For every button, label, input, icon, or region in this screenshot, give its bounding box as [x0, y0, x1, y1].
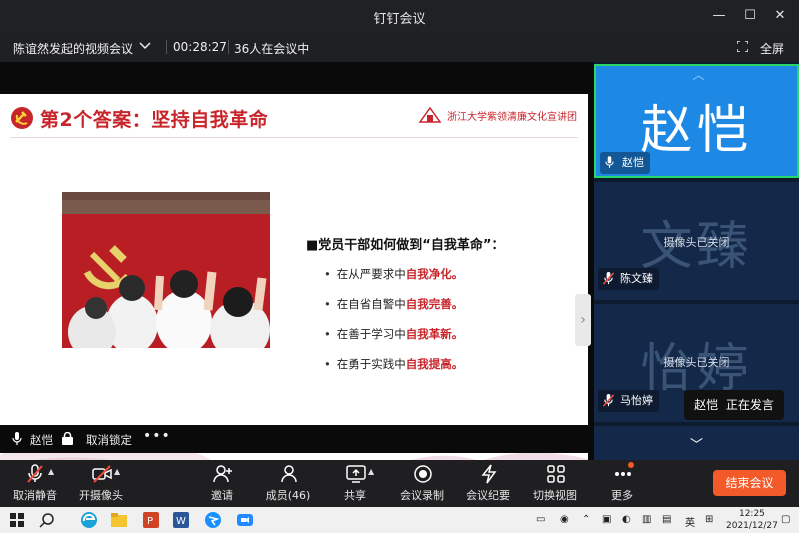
org-logo: [418, 106, 442, 123]
caret-icon[interactable]: ▲: [368, 467, 374, 476]
minimize-button[interactable]: —: [709, 6, 729, 26]
minutes-button[interactable]: 会议纪要: [453, 460, 523, 507]
meeting-title[interactable]: 陈谊然发起的视频会议: [13, 40, 133, 57]
input-method[interactable]: 英: [685, 514, 695, 529]
list-item: • 在勇于实践中自我提高。: [324, 357, 464, 371]
divider: [166, 40, 167, 54]
participant-tile[interactable]: ︿ 赵恺 赵恺: [594, 64, 799, 178]
close-button[interactable]: ✕: [770, 6, 790, 26]
windows-start-icon[interactable]: [8, 511, 26, 529]
next-page-button[interactable]: ›: [575, 294, 591, 346]
camera-off-icon: [92, 465, 112, 483]
participants-status: 36人在会议中: [234, 42, 310, 56]
unmute-button[interactable]: ▲ 取消静音: [0, 460, 70, 507]
minutes-icon: [481, 464, 497, 484]
powerpoint-icon[interactable]: P: [142, 511, 160, 529]
end-meeting-button[interactable]: 结束会议: [713, 470, 786, 496]
maximize-button[interactable]: ☐: [740, 6, 760, 26]
more-options-icon[interactable]: •••: [143, 428, 171, 444]
record-button[interactable]: 会议录制: [387, 460, 457, 507]
list-item: • 在善于学习中自我革新。: [324, 327, 464, 341]
tray-icon[interactable]: ◐: [622, 514, 631, 525]
microphone-muted-icon: [27, 464, 43, 483]
switch-view-button[interactable]: 切换视图: [520, 460, 590, 507]
members-button[interactable]: 成员(46): [253, 460, 323, 507]
participant-tile[interactable]: 文臻 摄像头已关闭 陈文臻: [594, 182, 799, 300]
meeting-info-bar: 陈谊然发起的视频会议 00:28:27 36人在会议中 全屏: [0, 32, 799, 62]
notification-dot: [628, 462, 634, 468]
camera-off-status: 摄像头已关闭: [663, 236, 730, 249]
grid-view-icon: [547, 465, 565, 483]
tray-icon[interactable]: ◉: [560, 514, 569, 525]
camera-off-status: 摄像头已关闭: [663, 356, 730, 369]
participant-name: 陈文臻: [620, 272, 653, 285]
slide-photo: [62, 192, 270, 348]
tray-icon[interactable]: ▭: [536, 514, 545, 525]
slide-org-name: 浙江大学紫领清廉文化宣讲团: [447, 112, 577, 123]
record-icon: [414, 465, 432, 483]
participant-label: 陈文臻: [598, 268, 659, 290]
title-bar: 钉钉会议 — ☐ ✕: [0, 0, 799, 32]
add-user-icon: [213, 465, 232, 483]
share-screen-icon: [346, 465, 366, 483]
fullscreen-icon[interactable]: [736, 40, 749, 53]
active-speaker-name: 赵恺: [30, 433, 53, 447]
share-button[interactable]: ▲ 共享: [320, 460, 390, 507]
dingtalk-icon[interactable]: [204, 511, 222, 529]
party-emblem-icon: [11, 107, 33, 129]
clock-date: 2021/12/27: [726, 521, 778, 531]
caret-icon[interactable]: ▲: [48, 467, 54, 476]
chevron-up-icon[interactable]: ⌃: [582, 514, 590, 525]
slide-header-divider: [10, 137, 578, 138]
chevron-down-icon[interactable]: ﹀: [594, 434, 799, 456]
chevron-up-icon[interactable]: ︿: [596, 66, 797, 82]
tray-icon[interactable]: ▣: [602, 514, 611, 525]
participant-name: 赵恺: [622, 156, 644, 169]
os-taskbar: P W ▭ ◉ ⌃ ▣ ◐ ▥ ▤ 英 ⊞ 12:25 2021/12/27 ▢: [0, 507, 799, 533]
slide-title: 第2个答案：坚持自我革命: [40, 109, 269, 131]
participant-name: 马怡婷: [620, 394, 653, 407]
dingtalk-meeting-icon[interactable]: [236, 511, 254, 529]
svg-text:W: W: [176, 516, 186, 527]
camera-button[interactable]: ▲ 开摄像头: [66, 460, 136, 507]
svg-text:P: P: [147, 516, 153, 527]
network-icon[interactable]: ▤: [662, 514, 671, 525]
participant-label: 马怡婷: [598, 390, 659, 412]
meeting-toolbar: ▲ 取消静音 ▲ 开摄像头 邀请 成员(46) ▲ 共享 会议录制 会议纪要 切…: [0, 460, 799, 507]
ime-mode-icon[interactable]: ⊞: [705, 514, 713, 525]
file-explorer-icon[interactable]: [110, 511, 128, 529]
edge-browser-icon[interactable]: [80, 511, 98, 529]
chevron-down-icon[interactable]: [139, 38, 151, 55]
tray-icon[interactable]: ▥: [642, 514, 651, 525]
window-title: 钉钉会议: [373, 12, 426, 27]
notification-icon[interactable]: ▢: [781, 514, 790, 525]
search-icon[interactable]: [38, 511, 56, 529]
members-icon: [281, 465, 297, 483]
slide-bullet-list: • 在从严要求中自我净化。 • 在自省自警中自我完善。 • 在善于学习中自我革新。 •…: [324, 266, 463, 386]
unlock-button[interactable]: 取消锁定: [86, 432, 132, 448]
main-stage: 第2个答案：坚持自我革命 浙江大学紫领清廉文化宣讲团 ■党员干部如何做到“自我革…: [0, 62, 594, 485]
divider: [228, 40, 229, 54]
clock-time: 12:25: [738, 509, 765, 519]
list-item: • 在自省自警中自我完善。: [324, 297, 464, 311]
microphone-icon: [12, 432, 22, 445]
system-clock[interactable]: 12:25 2021/12/27: [726, 508, 778, 532]
participant-label: 赵恺: [600, 152, 650, 174]
slide-heading: ■党员干部如何做到“自我革命”：: [306, 238, 505, 253]
lock-icon[interactable]: [62, 432, 73, 445]
caret-icon[interactable]: ▲: [114, 467, 120, 476]
invite-button[interactable]: 邀请: [187, 460, 257, 507]
fullscreen-button[interactable]: 全屏: [760, 40, 784, 57]
list-item: • 在从严要求中自我净化。: [324, 267, 464, 281]
word-icon[interactable]: W: [172, 511, 190, 529]
more-button[interactable]: 更多: [587, 460, 657, 507]
meeting-timer: 00:28:27: [173, 40, 227, 54]
stage-footer: 赵恺 取消锁定 •••: [0, 425, 594, 453]
speaking-toast: 赵恺 正在发言: [684, 390, 784, 420]
